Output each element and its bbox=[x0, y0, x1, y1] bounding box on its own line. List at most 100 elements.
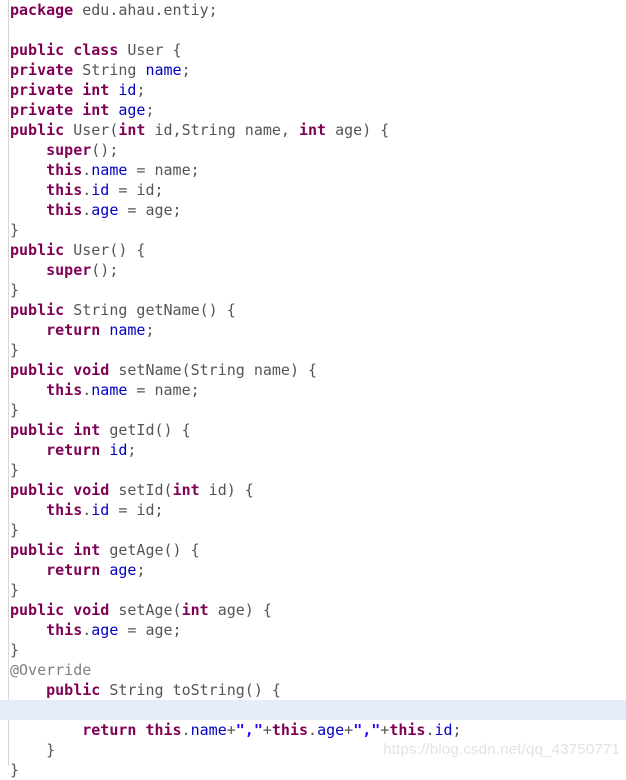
code-line[interactable]: @Override bbox=[0, 660, 626, 680]
code-token-kw: int bbox=[172, 481, 200, 499]
code-line[interactable]: public String getName() { bbox=[0, 300, 626, 320]
code-line[interactable]: return age; bbox=[0, 560, 626, 580]
code-line[interactable]: private String name; bbox=[0, 60, 626, 80]
code-token-pln bbox=[100, 441, 109, 459]
code-token-pln: } bbox=[10, 281, 20, 299]
code-token-pln bbox=[100, 561, 109, 579]
code-line[interactable]: } bbox=[0, 400, 626, 420]
code-line[interactable]: } bbox=[0, 280, 626, 300]
code-token-pln: ; bbox=[452, 721, 462, 739]
code-token-kw: return bbox=[46, 441, 101, 459]
code-line[interactable]: } bbox=[0, 220, 626, 240]
code-line[interactable]: public User(int id,String name, int age)… bbox=[0, 120, 626, 140]
code-token-kw: int bbox=[82, 81, 110, 99]
code-line[interactable]: super(); bbox=[0, 260, 626, 280]
code-token-pln: ; bbox=[145, 101, 155, 119]
code-token-kw: public bbox=[10, 541, 65, 559]
code-token-pln: } bbox=[10, 641, 20, 659]
code-token-pln: } bbox=[10, 401, 20, 419]
code-line[interactable]: public void setId(int id) { bbox=[0, 480, 626, 500]
code-token-fld: name bbox=[190, 721, 227, 739]
code-token-pln: ; bbox=[136, 561, 146, 579]
code-token-kw: class bbox=[73, 41, 119, 59]
code-token-str: "," bbox=[235, 721, 263, 739]
code-line[interactable]: return this.name+","+this.age+","+this.i… bbox=[0, 720, 626, 740]
code-line[interactable]: this.name = name; bbox=[0, 160, 626, 180]
code-line[interactable]: super(); bbox=[0, 140, 626, 160]
code-token-pln: . bbox=[82, 201, 92, 219]
code-token-pln bbox=[10, 721, 82, 739]
code-line[interactable]: public class User { bbox=[0, 40, 626, 60]
code-token-kw: void bbox=[73, 481, 110, 499]
code-token-pln bbox=[64, 41, 73, 59]
code-token-kw: public bbox=[46, 681, 101, 699]
code-token-pln: + bbox=[262, 721, 272, 739]
code-line[interactable]: this.age = age; bbox=[0, 200, 626, 220]
code-token-pln: . bbox=[82, 501, 92, 519]
code-token-pln: (); bbox=[91, 141, 119, 159]
code-line[interactable]: this.name = name; bbox=[0, 380, 626, 400]
code-editor[interactable]: package edu.ahau.entiy; public class Use… bbox=[0, 0, 626, 779]
code-token-fld: id bbox=[118, 81, 137, 99]
code-token-pln: User() { bbox=[64, 241, 146, 259]
code-line[interactable]: } bbox=[0, 580, 626, 600]
code-line[interactable] bbox=[0, 20, 626, 40]
code-token-pln bbox=[73, 81, 82, 99]
code-token-pln: getAge() { bbox=[100, 541, 200, 559]
code-token-pln bbox=[10, 501, 46, 519]
code-token-fld: age bbox=[91, 621, 119, 639]
code-token-fld: name bbox=[109, 321, 146, 339]
code-text-area[interactable]: package edu.ahau.entiy; public class Use… bbox=[0, 0, 626, 779]
code-line[interactable]: public int getAge() { bbox=[0, 540, 626, 560]
code-token-kw: this bbox=[46, 621, 83, 639]
code-token-pln: . bbox=[308, 721, 318, 739]
code-token-fld: id bbox=[109, 441, 128, 459]
code-token-pln bbox=[100, 321, 109, 339]
code-token-pln: } bbox=[10, 521, 20, 539]
code-line[interactable]: } bbox=[0, 520, 626, 540]
code-line[interactable]: public void setName(String name) { bbox=[0, 360, 626, 380]
code-token-kw: public bbox=[10, 301, 65, 319]
code-token-pln: = name; bbox=[127, 381, 200, 399]
code-token-pln: . bbox=[82, 621, 92, 639]
code-token-pln bbox=[10, 201, 46, 219]
code-line[interactable]: this.id = id; bbox=[0, 500, 626, 520]
code-token-pln: setAge( bbox=[109, 601, 182, 619]
code-token-fld: id bbox=[91, 501, 110, 519]
code-token-pln: . bbox=[181, 721, 191, 739]
code-token-kw: this bbox=[46, 381, 83, 399]
code-token-pln: edu.ahau.entiy; bbox=[73, 1, 218, 19]
code-token-pln: . bbox=[82, 381, 92, 399]
code-token-fld: age bbox=[109, 561, 137, 579]
code-token-pln: ; bbox=[136, 81, 146, 99]
code-token-pln: ; bbox=[181, 61, 191, 79]
code-line[interactable]: public User() { bbox=[0, 240, 626, 260]
code-token-pln: ; bbox=[145, 321, 155, 339]
code-line[interactable]: } bbox=[0, 340, 626, 360]
code-token-kw: public bbox=[10, 421, 65, 439]
code-token-pln: setId( bbox=[109, 481, 173, 499]
code-line[interactable]: private int id; bbox=[0, 80, 626, 100]
code-line[interactable]: private int age; bbox=[0, 100, 626, 120]
code-token-pln: } bbox=[10, 761, 20, 779]
code-line[interactable]: public int getId() { bbox=[0, 420, 626, 440]
code-line[interactable]: } bbox=[0, 740, 626, 760]
code-token-kw: return bbox=[82, 721, 137, 739]
code-line[interactable] bbox=[0, 700, 626, 720]
code-line[interactable]: } bbox=[0, 760, 626, 780]
code-token-kw: public bbox=[10, 41, 65, 59]
code-token-kw: return bbox=[46, 561, 101, 579]
code-token-fld: id bbox=[434, 721, 453, 739]
code-token-pln bbox=[10, 381, 46, 399]
code-line[interactable]: } bbox=[0, 460, 626, 480]
code-line[interactable]: return id; bbox=[0, 440, 626, 460]
code-token-pln bbox=[10, 141, 46, 159]
code-line[interactable]: return name; bbox=[0, 320, 626, 340]
code-line[interactable]: this.age = age; bbox=[0, 620, 626, 640]
code-line[interactable]: public String toString() { bbox=[0, 680, 626, 700]
code-line[interactable]: package edu.ahau.entiy; bbox=[0, 0, 626, 20]
code-token-fld: name bbox=[145, 61, 182, 79]
code-line[interactable]: this.id = id; bbox=[0, 180, 626, 200]
code-line[interactable]: public void setAge(int age) { bbox=[0, 600, 626, 620]
code-line[interactable]: } bbox=[0, 640, 626, 660]
